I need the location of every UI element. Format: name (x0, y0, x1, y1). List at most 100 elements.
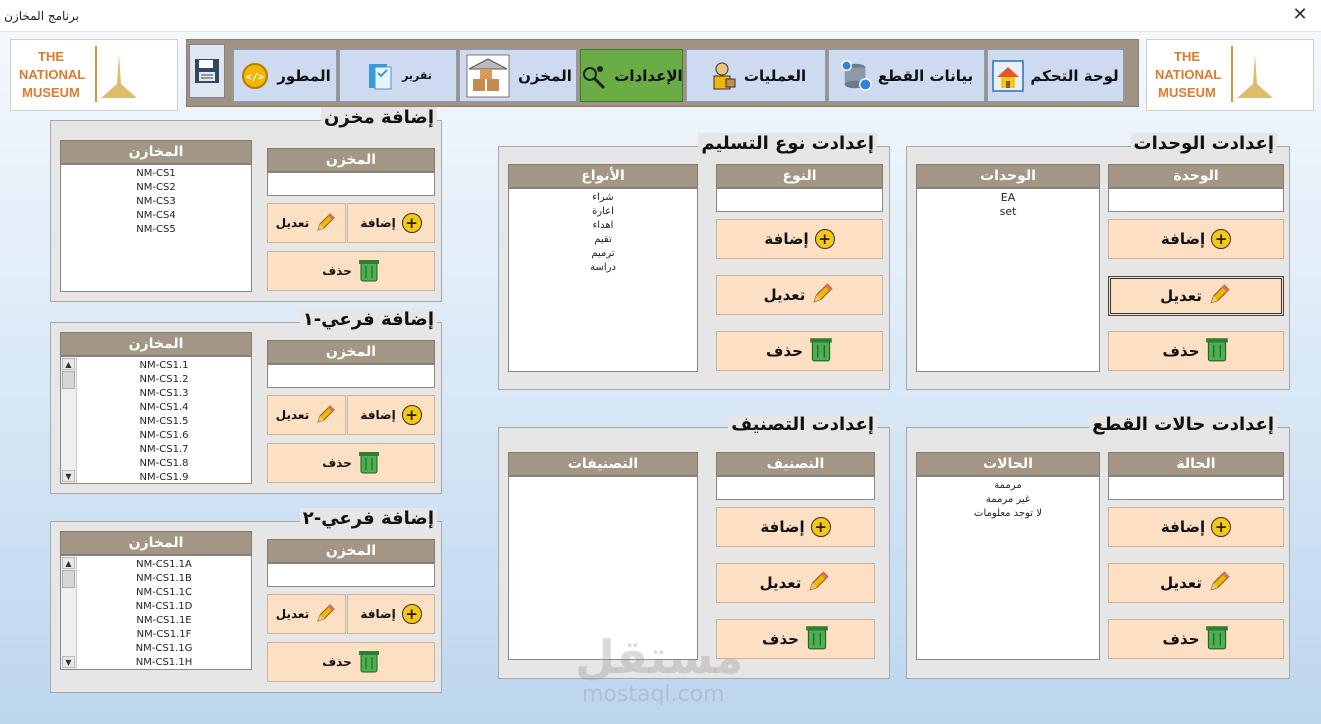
tab-settings[interactable]: الإعدادات (580, 49, 683, 102)
list-item[interactable]: مرممة (917, 479, 1099, 493)
scroll-down-arrow-icon[interactable]: ▼ (62, 470, 75, 482)
scroll-up-arrow-icon[interactable]: ▲ (62, 557, 75, 569)
list-item[interactable]: تقيم (509, 233, 697, 247)
delete-button[interactable]: حذف (1108, 331, 1284, 371)
add-button[interactable]: + إضافة (347, 203, 435, 243)
item-states-panel: إعدادت حالات القطع الحالات مرممة غير مرم… (906, 414, 1290, 679)
list-item[interactable]: set (917, 205, 1099, 219)
sub1-listbox[interactable]: ▲ ▼ NM-CS1.1 NM-CS1.2 NM-CS1.3 NM-CS1.4 … (60, 356, 252, 484)
delete-button[interactable]: حذف (267, 443, 435, 483)
scrollbar[interactable]: ▲ ▼ (61, 556, 77, 669)
tab-developer[interactable]: المطور </> (233, 49, 337, 102)
stores-listbox[interactable]: NM-CS1 NM-CS2 NM-CS3 NM-CS4 NM-CS5 (60, 164, 252, 292)
sub1-name-input[interactable] (267, 364, 435, 388)
classification-input[interactable] (716, 476, 875, 500)
scroll-thumb[interactable] (62, 371, 75, 389)
floppy-disk-icon[interactable] (189, 44, 225, 98)
plus-circle-icon: + (810, 517, 831, 537)
edit-button[interactable]: تعديل (267, 594, 346, 634)
tab-label: تقرير (402, 69, 432, 82)
edit-button[interactable]: تعديل (716, 275, 883, 315)
edit-button[interactable]: تعديل (1108, 276, 1284, 316)
add-button[interactable]: + إضافة (1108, 219, 1284, 259)
tab-warehouse[interactable]: المخزن (459, 49, 577, 102)
list-header: المخازن (60, 332, 252, 356)
scroll-down-arrow-icon[interactable]: ▼ (62, 656, 75, 668)
button-label: إضافة (1160, 518, 1206, 536)
close-button[interactable]: ✕ (1287, 4, 1313, 26)
pencil-icon (315, 403, 337, 428)
list-item[interactable]: NM-CS1.2 (77, 373, 251, 387)
list-item[interactable]: NM-CS2 (61, 181, 251, 195)
list-item[interactable]: NM-CS1.5 (77, 415, 251, 429)
list-item[interactable]: NM-CS4 (61, 209, 251, 223)
list-item[interactable]: غير مرممة (917, 493, 1099, 507)
list-item[interactable]: NM-CS1.1F (77, 628, 251, 642)
list-item[interactable]: NM-CS3 (61, 195, 251, 209)
tools-icon (580, 60, 608, 92)
add-button[interactable]: + إضافة (716, 507, 875, 547)
list-item[interactable]: EA (917, 191, 1099, 205)
list-item[interactable]: دراسة (509, 261, 697, 275)
list-item[interactable]: NM-CS1.6 (77, 429, 251, 443)
list-item[interactable]: NM-CS1.8 (77, 457, 251, 471)
tab-dashboard[interactable]: لوحة التحكم (987, 49, 1124, 102)
list-item[interactable]: اعارة (509, 205, 697, 219)
list-item[interactable]: NM-CS1.1E (77, 614, 251, 628)
list-item[interactable]: NM-CS1.1C (77, 586, 251, 600)
list-item[interactable]: NM-CS1.7 (77, 443, 251, 457)
list-item[interactable]: NM-CS1.1D (77, 600, 251, 614)
list-rows: NM-CS1 NM-CS2 NM-CS3 NM-CS4 NM-CS5 (61, 167, 251, 237)
list-item[interactable]: NM-CS5 (61, 223, 251, 237)
list-item[interactable]: اهداء (509, 219, 697, 233)
state-input[interactable] (1108, 476, 1284, 500)
sub2-listbox[interactable]: ▲ ▼ NM-CS1.1A NM-CS1.1B NM-CS1.1C NM-CS1… (60, 555, 252, 670)
units-listbox[interactable]: EA set (916, 188, 1100, 372)
pencil-icon (807, 569, 831, 597)
add-button[interactable]: + إضافة (716, 219, 883, 259)
scroll-up-arrow-icon[interactable]: ▲ (62, 358, 75, 370)
scrollbar[interactable]: ▲ ▼ (61, 357, 77, 483)
house-icon (992, 59, 1025, 92)
units-panel: إعدادت الوحدات الوحدات EA set الوحدة + إ… (906, 133, 1290, 390)
list-item[interactable]: NM-CS1.1 (77, 359, 251, 373)
add-button[interactable]: + إضافة (347, 594, 435, 634)
list-item[interactable]: NM-CS1.4 (77, 401, 251, 415)
edit-button[interactable]: تعديل (267, 203, 346, 243)
tab-label: العمليات (743, 66, 807, 85)
panel-title: إعدادت الوحدات (1130, 133, 1277, 154)
delete-button[interactable]: حذف (1108, 619, 1284, 659)
scroll-thumb[interactable] (62, 570, 75, 588)
list-item[interactable]: شراء (509, 191, 697, 205)
delivery-types-listbox[interactable]: شراء اعارة اهداء تقيم ترميم دراسة (508, 188, 698, 372)
panel-title: إضافة فرعي-١ (299, 309, 437, 330)
delete-button[interactable]: حذف (267, 642, 435, 682)
delete-button[interactable]: حذف (267, 251, 435, 291)
states-listbox[interactable]: مرممة غير مرممة لا توجد معلومات (916, 476, 1100, 660)
sub2-name-input[interactable] (267, 563, 435, 587)
edit-button[interactable]: تعديل (267, 395, 346, 435)
tab-item-data[interactable]: بيانات القطع (828, 49, 985, 102)
add-button[interactable]: + إضافة (1108, 507, 1284, 547)
field-header: المخزن (267, 340, 435, 364)
list-item[interactable]: NM-CS1.3 (77, 387, 251, 401)
list-item[interactable]: ترميم (509, 247, 697, 261)
list-item[interactable]: NM-CS1.1A (77, 558, 251, 572)
store-name-input[interactable] (267, 172, 435, 196)
delete-button[interactable]: حذف (716, 331, 883, 371)
button-label: تعديل (275, 408, 310, 422)
list-item[interactable]: NM-CS1.1B (77, 572, 251, 586)
tab-operations[interactable]: العمليات (686, 49, 826, 102)
unit-input[interactable] (1108, 188, 1284, 212)
edit-button[interactable]: تعديل (716, 563, 875, 603)
list-item[interactable]: لا توجد معلومات (917, 507, 1099, 521)
list-item[interactable]: NM-CS1.1G (77, 642, 251, 656)
tab-report[interactable]: تقرير (339, 49, 457, 102)
logo-ornament-graphic (101, 54, 137, 98)
list-item[interactable]: NM-CS1.9 (77, 471, 251, 483)
edit-button[interactable]: تعديل (1108, 563, 1284, 603)
list-item[interactable]: NM-CS1.1H (77, 656, 251, 669)
delivery-type-input[interactable] (716, 188, 883, 212)
list-item[interactable]: NM-CS1 (61, 167, 251, 181)
add-button[interactable]: + إضافة (347, 395, 435, 435)
